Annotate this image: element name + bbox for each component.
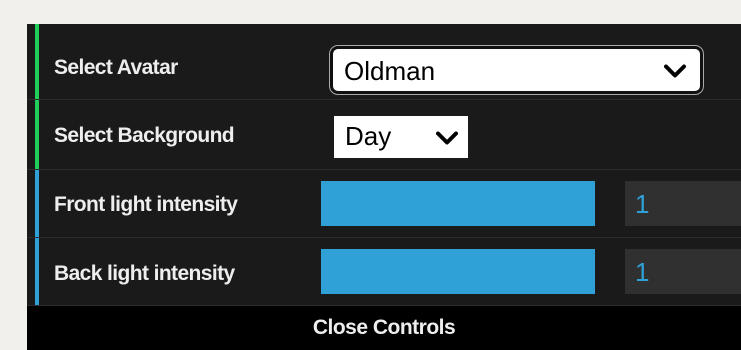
background-select[interactable]: Day <box>334 116 468 158</box>
avatar-label: Select Avatar <box>54 56 178 79</box>
front-light-slider[interactable] <box>321 181 595 226</box>
front-light-number-input[interactable]: 1 <box>625 181 741 226</box>
background-select-value: Day <box>345 121 392 151</box>
avatar-row: Select Avatar Oldman <box>27 24 741 100</box>
chevron-down-icon <box>664 55 686 86</box>
back-light-number-input[interactable]: 1 <box>625 249 741 294</box>
back-light-row: Back light intensity 1 <box>27 238 741 306</box>
front-light-value: 1 <box>635 189 650 219</box>
back-light-value: 1 <box>635 257 650 287</box>
back-light-label: Back light intensity <box>54 262 235 285</box>
front-light-label: Front light intensity <box>54 193 238 216</box>
background-row: Select Background Day <box>27 100 741 170</box>
avatar-select[interactable]: Oldman <box>329 45 704 95</box>
chevron-down-icon <box>436 122 458 153</box>
background-label: Select Background <box>54 124 235 147</box>
back-light-slider[interactable] <box>321 249 595 294</box>
close-controls-button[interactable]: Close Controls <box>27 306 741 350</box>
controls-panel: Select Avatar Oldman Select Background D… <box>27 24 741 350</box>
avatar-select-value: Oldman <box>344 56 436 86</box>
front-light-row: Front light intensity 1 <box>27 170 741 238</box>
